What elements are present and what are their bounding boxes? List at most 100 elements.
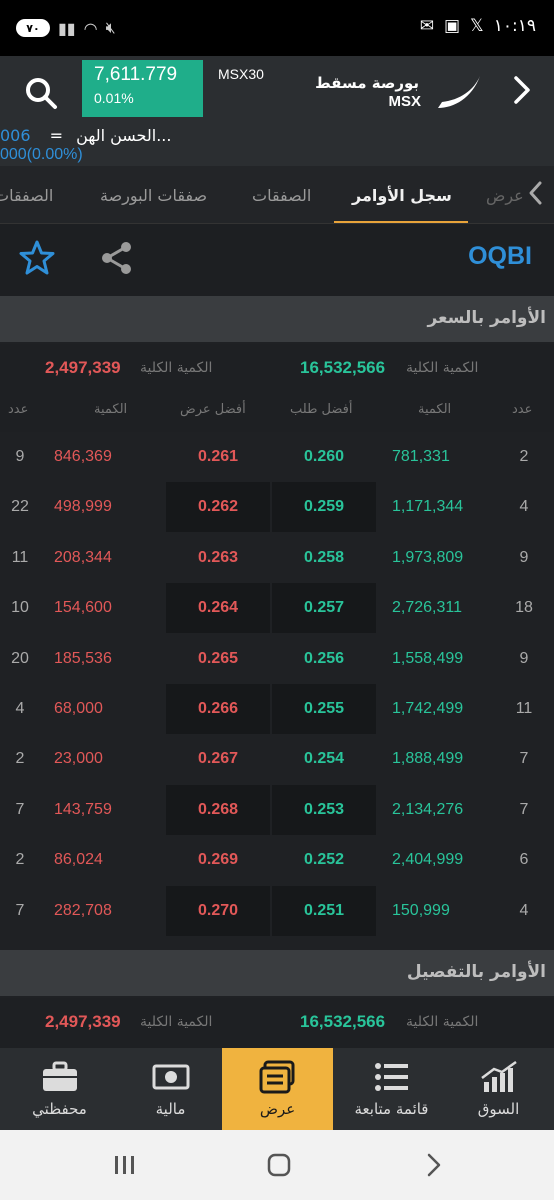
bid-total-label: الكمية الكلية — [406, 360, 479, 376]
ask-qty-cell: 143,759 — [54, 800, 112, 818]
ask-total-label: الكمية الكلية — [140, 360, 213, 376]
order-book-row[interactable]: 4 68,000 0.266 0.255 1,742,499 11 — [0, 684, 554, 734]
active-tab-indicator — [334, 221, 468, 223]
nav-watchlist[interactable]: قائمة متابعة — [336, 1048, 447, 1130]
index-name: MSX30 — [218, 66, 264, 82]
ask-price-cell: 0.262 — [166, 482, 270, 533]
nav-label: السوق — [477, 1100, 520, 1118]
ask-count-cell: 2 — [15, 851, 25, 869]
bid-price-cell: 0.256 — [303, 649, 345, 667]
order-book-row[interactable]: 20 185,536 0.265 0.256 1,558,499 9 — [0, 633, 554, 684]
nav-offer[interactable]: عرض — [222, 1048, 333, 1130]
bid-count-cell: 4 — [519, 498, 529, 516]
ask-qty-cell: 68,000 — [54, 700, 103, 717]
clock: ١٠:١٩ — [493, 16, 536, 36]
mail-icon: ✉ — [419, 16, 434, 36]
wifi-icon: ◠ — [83, 18, 98, 38]
bid-total: 16,532,566 — [300, 358, 386, 377]
ask-qty-cell: 154,600 — [54, 599, 112, 617]
back-icon[interactable] — [424, 1152, 444, 1178]
order-book-row[interactable]: 10 154,600 0.264 0.257 2,726,311 18 — [0, 583, 554, 634]
bid-count-cell: 18 — [515, 599, 533, 617]
ask-price-cell: 0.269 — [197, 851, 239, 869]
list-icon — [375, 1063, 408, 1091]
bid-qty-cell: 1,558,499 — [392, 649, 464, 667]
nav-portfolio[interactable]: محفظتي — [4, 1048, 115, 1130]
bid-price-cell: 0.257 — [272, 583, 376, 634]
nav-label: محفظتي — [32, 1100, 87, 1118]
battery-indicator: ٧٠ — [16, 19, 50, 37]
col-best-bid: أفضل طلب — [290, 402, 353, 417]
mute-icon: 🔇︎ — [105, 18, 116, 37]
bid-price-cell: 0.253 — [272, 784, 376, 835]
star-icon[interactable] — [18, 239, 56, 277]
ask-qty-cell: 498,999 — [54, 498, 112, 516]
signal-icon: ▮▮ — [58, 18, 76, 38]
money-icon — [152, 1064, 190, 1090]
index-box[interactable]: 7,611.779 0.01% — [82, 60, 203, 117]
bid-count-cell: 4 — [519, 901, 529, 919]
ask-price-cell: 0.268 — [166, 784, 270, 835]
bid-price-cell: 0.258 — [303, 548, 345, 566]
bid-qty-cell: 2,404,999 — [392, 851, 464, 869]
bid-count-cell: 7 — [519, 750, 529, 768]
ask-count-cell: 20 — [11, 649, 29, 667]
x-icon: 𝕏 — [470, 16, 484, 36]
detail-bid-total: 16,532,566 — [300, 1012, 386, 1031]
section-title: الأوامر بالسعر — [427, 308, 546, 328]
bid-qty-cell: 1,171,344 — [392, 498, 464, 516]
bottom-nav: محفظتي مالية عرض قائمة متابعة السوق — [0, 1048, 554, 1130]
col-best-ask: أفضل عرض — [180, 402, 246, 417]
bid-count-cell: 7 — [519, 800, 529, 818]
order-book-row[interactable]: 11 208,344 0.263 0.258 1,973,809 9 — [0, 532, 554, 583]
order-book-row[interactable]: 2 86,024 0.269 0.252 2,404,999 6 — [0, 835, 554, 886]
screen-icon: ▣ — [443, 16, 461, 36]
nav-finance[interactable]: مالية — [115, 1048, 226, 1130]
ask-price-cell: 0.263 — [197, 548, 239, 566]
tab-order-book[interactable]: سجل الأوامر — [352, 186, 452, 205]
ask-price-cell: 0.267 — [197, 750, 239, 768]
tab-overview[interactable]: عرض — [486, 186, 524, 205]
order-book-row[interactable]: 9 846,369 0.261 0.260 781,331 2 — [0, 432, 554, 482]
home-icon[interactable] — [266, 1152, 292, 1178]
search-icon[interactable] — [22, 74, 62, 114]
index-change: 0.01% — [94, 90, 134, 106]
ticker-line[interactable]: 006 = الحسن الهن... — [0, 126, 171, 145]
bid-count-cell: 9 — [519, 548, 529, 566]
bid-qty-cell: 2,134,276 — [392, 800, 464, 818]
recent-apps-icon[interactable] — [112, 1154, 138, 1176]
ask-count-cell: 7 — [15, 901, 25, 919]
ask-qty-cell: 185,536 — [54, 649, 112, 667]
tab-trades-2[interactable]: الصفقات — [0, 186, 53, 205]
bid-qty-cell: 1,742,499 — [392, 700, 464, 717]
bid-price-cell: 0.259 — [272, 482, 376, 533]
ask-count-cell: 11 — [11, 548, 29, 566]
chevron-left-icon[interactable] — [526, 178, 546, 208]
ask-qty-cell: 282,708 — [54, 901, 112, 919]
order-book-row[interactable]: 7 143,759 0.268 0.253 2,134,276 7 — [0, 784, 554, 835]
ask-count-cell: 4 — [15, 700, 25, 717]
order-book-row[interactable]: 22 498,999 0.262 0.259 1,171,344 4 — [0, 482, 554, 533]
briefcase-icon — [43, 1061, 77, 1091]
ask-qty-cell: 846,369 — [54, 448, 112, 465]
detail-bid-total-label: الكمية الكلية — [406, 1014, 479, 1030]
tab-trades[interactable]: الصفقات — [252, 186, 311, 205]
order-book-row[interactable]: 7 282,708 0.270 0.251 150,999 4 — [0, 885, 554, 936]
bid-qty-cell: 150,999 — [392, 901, 450, 919]
ask-price-cell: 0.265 — [197, 649, 239, 667]
bid-count-cell: 9 — [519, 649, 529, 667]
orders-by-price-header: الأوامر بالسعر — [0, 296, 554, 342]
share-icon[interactable] — [98, 239, 136, 277]
order-book-row[interactable]: 2 23,000 0.267 0.254 1,888,499 7 — [0, 734, 554, 785]
chevron-right-icon[interactable] — [508, 72, 536, 108]
nav-label: عرض — [259, 1100, 296, 1118]
section-title: الأوامر بالتفصيل — [406, 962, 546, 982]
detail-ask-total-label: الكمية الكلية — [140, 1014, 213, 1030]
chart-icon — [481, 1060, 517, 1092]
ask-qty-cell: 208,344 — [54, 548, 112, 566]
nav-market[interactable]: السوق — [443, 1048, 554, 1130]
orders-detail-header: الأوامر بالتفصيل — [0, 950, 554, 996]
nav-label: قائمة متابعة — [354, 1100, 429, 1118]
tab-exchange-trades[interactable]: صفقات البورصة — [100, 186, 207, 205]
ask-price-cell: 0.261 — [197, 448, 239, 465]
